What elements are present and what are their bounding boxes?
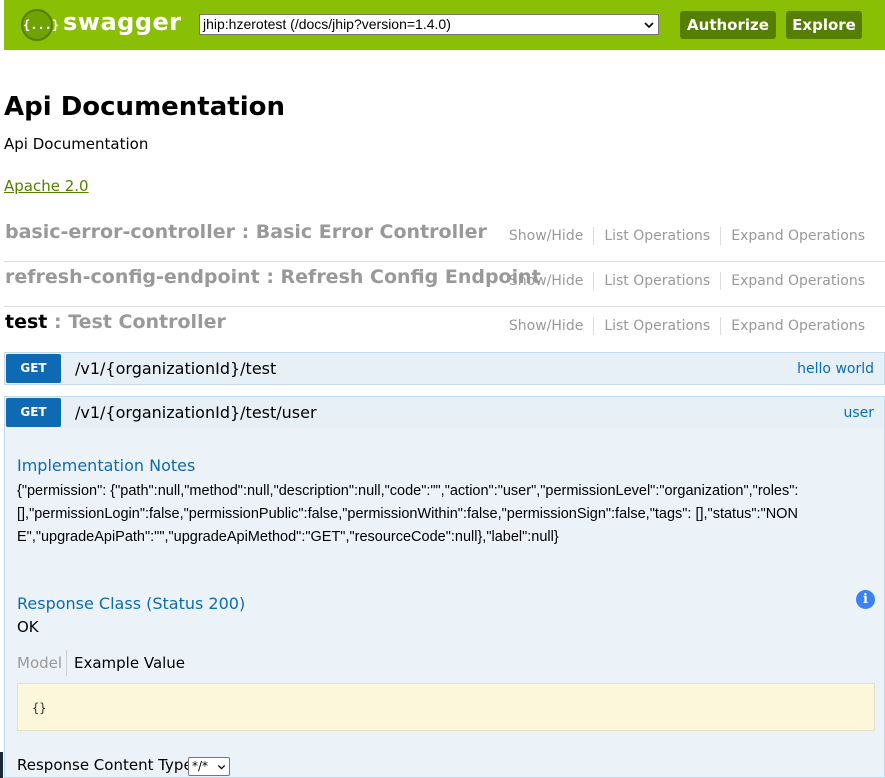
license-link[interactable]: Apache 2.0 [4, 177, 89, 195]
response-content-type-value: */* [192, 759, 209, 773]
operation-summary[interactable]: user [843, 405, 874, 421]
swagger-brand[interactable]: swagger [63, 8, 182, 36]
tab-example-value[interactable]: Example Value [74, 654, 185, 672]
resource-test: test : Test Controller Show/Hide List Ope… [4, 307, 885, 352]
api-description: Api Documentation [4, 135, 149, 153]
operation-path[interactable]: /v1/{organizationId}/test/user [75, 403, 317, 422]
response-class-value: OK [17, 618, 39, 636]
tab-model[interactable]: Model [17, 654, 62, 672]
operation-row[interactable]: GET /v1/{organizationId}/test/user user [4, 396, 885, 429]
resource-ops: Show/Hide List Operations Expand Operation… [499, 317, 875, 335]
resource-name: Basic Error Controller [255, 221, 487, 243]
resource-key: test [5, 311, 48, 333]
swagger-header: {...} swagger jhip:hzerotest (/docs/jhip… [4, 0, 885, 50]
expand-operations-link[interactable]: Expand Operations [721, 273, 875, 289]
spec-url-select[interactable]: jhip:hzerotest (/docs/jhip?version=1.4.0… [199, 14, 659, 35]
resource-ops: Show/Hide List Operations Expand Operation… [499, 272, 875, 290]
resource-key: refresh-config-endpoint [5, 266, 260, 288]
resource-separator: : [47, 311, 69, 333]
show-hide-link[interactable]: Show/Hide [499, 273, 593, 289]
resource-ops: Show/Hide List Operations Expand Operation… [499, 227, 875, 245]
expand-operations-link[interactable]: Expand Operations [721, 318, 875, 334]
response-class-heading: Response Class (Status 200) [17, 594, 246, 613]
tab-divider [66, 650, 67, 676]
http-method-badge[interactable]: GET [6, 398, 61, 427]
http-method-badge[interactable]: GET [6, 354, 61, 383]
page-title: Api Documentation [4, 92, 285, 122]
response-content-type-label: Response Content Type [17, 756, 193, 774]
expand-operations-link[interactable]: Expand Operations [721, 228, 875, 244]
resource-refresh-config-endpoint: refresh-config-endpoint : Refresh Config… [4, 262, 885, 307]
response-content-type-select[interactable]: */* [188, 757, 230, 776]
resource-name: Test Controller [68, 311, 226, 333]
operation-path[interactable]: /v1/{organizationId}/test [75, 359, 276, 378]
resource-heading[interactable]: basic-error-controller : Basic Error Con… [5, 221, 487, 243]
swagger-logo-icon: {...} [21, 9, 59, 41]
operation-details: Implementation Notes {"permission": {"pa… [4, 428, 885, 778]
implementation-notes-heading: Implementation Notes [17, 456, 196, 475]
example-value-text: {} [32, 701, 47, 715]
example-value-box[interactable]: {} [17, 683, 875, 731]
operation-summary[interactable]: hello world [797, 361, 874, 377]
resource-separator: : [234, 221, 256, 243]
implementation-notes: {"permission": {"path":null,"method":nul… [17, 483, 799, 545]
chevron-down-icon [644, 22, 654, 29]
chevron-down-icon [217, 764, 226, 770]
show-hide-link[interactable]: Show/Hide [499, 228, 593, 244]
resource-key: basic-error-controller [5, 221, 235, 243]
info-icon[interactable]: i [856, 590, 875, 609]
show-hide-link[interactable]: Show/Hide [499, 318, 593, 334]
window-edge [0, 752, 3, 778]
list-operations-link[interactable]: List Operations [594, 228, 720, 244]
spec-url-select-value: jhip:hzerotest (/docs/jhip?version=1.4.0… [203, 16, 451, 32]
resource-separator: : [259, 266, 281, 288]
list-operations-link[interactable]: List Operations [594, 273, 720, 289]
list-operations-link[interactable]: List Operations [594, 318, 720, 334]
resource-heading[interactable]: test : Test Controller [5, 311, 226, 333]
resource-heading[interactable]: refresh-config-endpoint : Refresh Config… [5, 266, 541, 288]
operation-row[interactable]: GET /v1/{organizationId}/test hello worl… [4, 352, 885, 385]
authorize-button[interactable]: Authorize [680, 11, 776, 39]
resource-basic-error-controller: basic-error-controller : Basic Error Con… [4, 217, 885, 262]
explore-button[interactable]: Explore [786, 11, 862, 39]
